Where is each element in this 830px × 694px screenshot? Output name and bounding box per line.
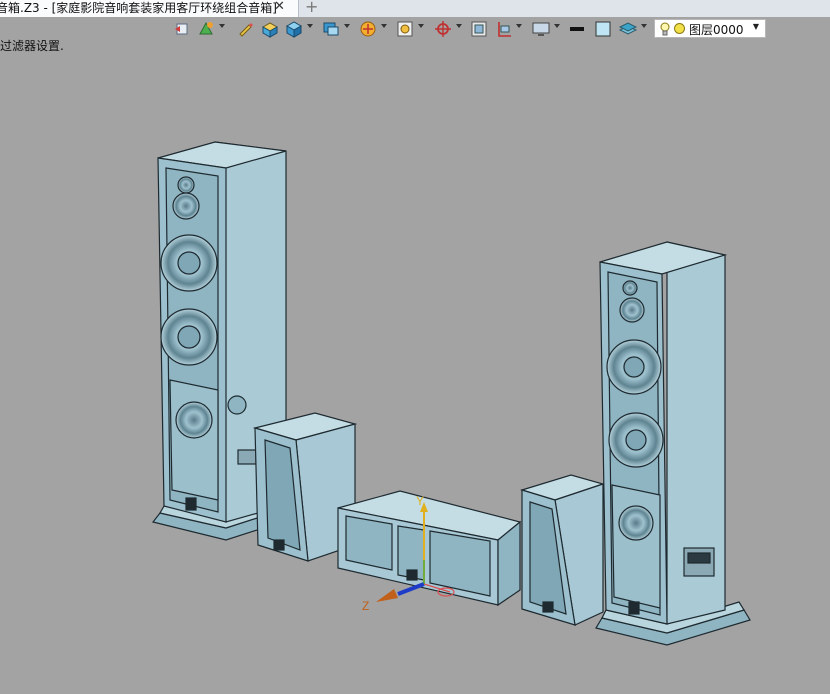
right-tower-speaker[interactable] <box>595 241 751 646</box>
center-speaker[interactable] <box>337 490 522 607</box>
3d-viewport[interactable]: Y Z <box>0 0 830 694</box>
right-surround-speaker[interactable] <box>519 474 606 626</box>
axis-y-label: Y <box>416 494 424 508</box>
axis-z-label: Z <box>362 599 369 613</box>
